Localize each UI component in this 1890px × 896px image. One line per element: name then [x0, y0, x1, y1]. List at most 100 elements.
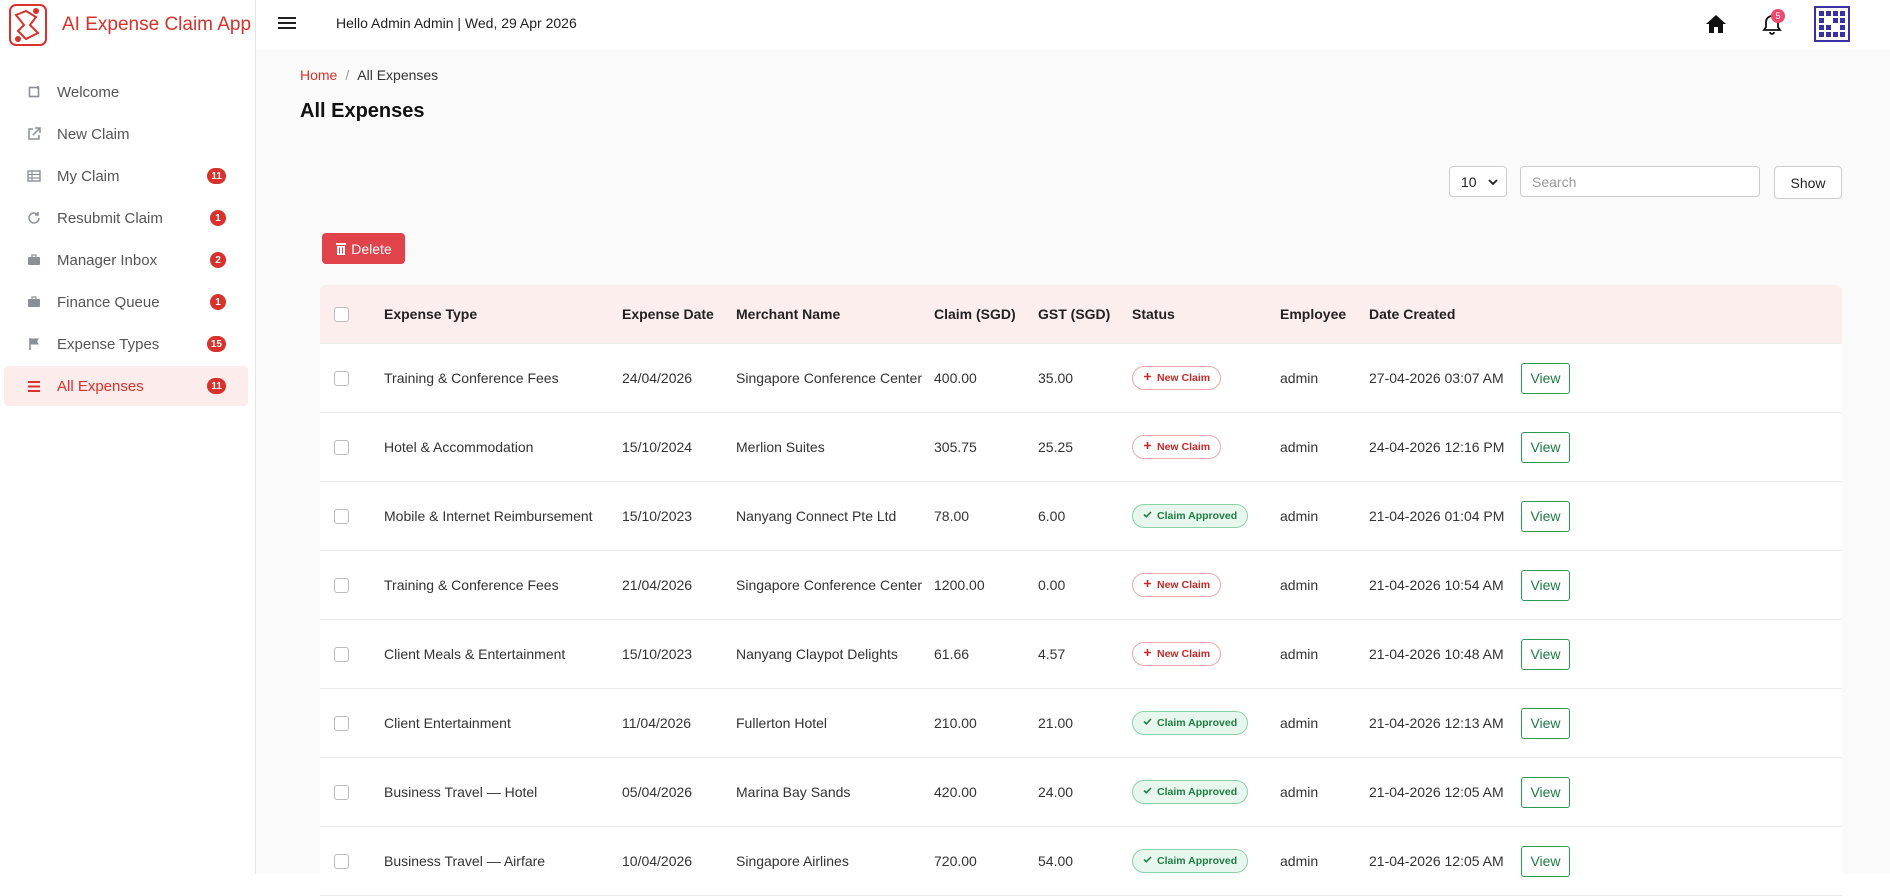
view-button[interactable]: View	[1521, 845, 1570, 877]
column-header[interactable]: Expense Date	[622, 285, 714, 343]
app-logo-icon	[9, 4, 47, 46]
merchant-name-cell: Singapore Airlines	[736, 853, 849, 869]
status-badge: Claim Approved	[1132, 711, 1249, 735]
check-icon	[1143, 510, 1152, 522]
expense-date-cell: 24/04/2026	[622, 370, 693, 386]
page-title: All Expenses	[300, 100, 425, 122]
table-row: Training & Conference Fees 21/04/2026 Si…	[320, 551, 1842, 620]
column-header[interactable]: Status	[1132, 285, 1175, 343]
status-label: New Claim	[1157, 372, 1211, 384]
sidebar-item-expense-types[interactable]: Expense Types 15	[4, 324, 248, 364]
expense-date-cell: 15/10/2023	[622, 508, 693, 524]
user-greeting: Hello Admin Admin | Wed, 29 Apr 2026	[336, 15, 577, 31]
sidebar-item-new-claim[interactable]: New Claim	[4, 114, 248, 154]
sidebar-item-resubmit-claim[interactable]: Resubmit Claim 1	[4, 198, 248, 238]
row-checkbox[interactable]	[334, 784, 349, 800]
expense-date-cell: 21/04/2026	[622, 577, 693, 593]
table-row: Training & Conference Fees 24/04/2026 Si…	[320, 344, 1842, 413]
view-button[interactable]: View	[1521, 500, 1570, 532]
employee-cell: admin	[1280, 439, 1319, 455]
count-badge: 1	[210, 210, 226, 226]
select-all-checkbox[interactable]	[334, 306, 349, 322]
claim-amount-cell: 400.00	[934, 370, 977, 386]
check-icon	[1143, 786, 1152, 798]
status-label: Claim Approved	[1157, 855, 1238, 867]
sidebar-item-finance-queue[interactable]: Finance Queue 1	[4, 282, 248, 322]
brand[interactable]: AI Expense Claim App	[6, 0, 251, 50]
sidebar-item-label: Manager Inbox	[57, 251, 158, 269]
count-badge: 11	[207, 168, 226, 184]
home-icon[interactable]	[1705, 13, 1727, 35]
date-created-cell: 24-04-2026 12:16 PM	[1369, 439, 1505, 455]
gst-amount-cell: 25.25	[1038, 439, 1074, 455]
row-checkbox[interactable]	[334, 577, 349, 593]
claim-amount-cell: 420.00	[934, 784, 977, 800]
search-input[interactable]	[1520, 166, 1760, 197]
column-header[interactable]: GST (SGD)	[1038, 285, 1110, 343]
delete-button-label: Delete	[351, 240, 392, 257]
status-label: Claim Approved	[1157, 510, 1238, 522]
count-badge: 1	[210, 294, 226, 310]
sidebar: AI Expense Claim App Welcome New Claim M…	[0, 0, 256, 874]
expenses-table: Expense Type Expense Date Merchant Name …	[320, 285, 1842, 896]
status-badge: Claim Approved	[1132, 849, 1249, 873]
sidebar-item-my-claim[interactable]: My Claim 11	[4, 156, 248, 196]
gst-amount-cell: 35.00	[1038, 370, 1074, 386]
sidebar-item-label: Welcome	[57, 83, 120, 101]
gst-amount-cell: 0.00	[1038, 577, 1066, 593]
date-created-cell: 21-04-2026 12:05 AM	[1369, 853, 1504, 869]
row-checkbox[interactable]	[334, 646, 349, 662]
view-button[interactable]: View	[1521, 431, 1570, 463]
sidebar-item-label: Expense Types	[57, 335, 160, 353]
expense-type-cell: Training & Conference Fees	[384, 370, 559, 386]
expense-type-cell: Client Entertainment	[384, 715, 511, 731]
view-button[interactable]: View	[1521, 776, 1570, 808]
delete-button[interactable]: Delete	[322, 233, 405, 264]
chevron-down-icon	[1488, 179, 1498, 186]
plus-icon	[1143, 579, 1152, 591]
date-created-cell: 21-04-2026 10:54 AM	[1369, 577, 1504, 593]
expense-type-cell: Mobile & Internet Reimbursement	[384, 508, 593, 524]
gst-amount-cell: 24.00	[1038, 784, 1074, 800]
column-header[interactable]: Expense Type	[384, 285, 477, 343]
hamburger-menu-icon[interactable]	[277, 14, 297, 32]
expense-type-cell: Business Travel — Airfare	[384, 853, 546, 869]
show-button[interactable]: Show	[1774, 166, 1842, 199]
view-button[interactable]: View	[1521, 569, 1570, 601]
sidebar-item-label: All Expenses	[57, 377, 144, 395]
view-button[interactable]: View	[1521, 638, 1570, 670]
table-row: Client Meals & Entertainment 15/10/2023 …	[320, 620, 1842, 689]
column-header[interactable]: Merchant Name	[736, 285, 840, 343]
plus-icon	[1143, 372, 1152, 384]
row-checkbox[interactable]	[334, 439, 349, 455]
claim-amount-cell: 210.00	[934, 715, 977, 731]
gst-amount-cell: 4.57	[1038, 646, 1066, 662]
view-button[interactable]: View	[1521, 707, 1570, 739]
employee-cell: admin	[1280, 370, 1319, 386]
row-checkbox[interactable]	[334, 370, 349, 386]
sidebar-item-label: Finance Queue	[57, 293, 160, 311]
breadcrumb-home-link[interactable]: Home	[300, 67, 337, 83]
merchant-name-cell: Marina Bay Sands	[736, 784, 851, 800]
row-checkbox[interactable]	[334, 715, 349, 731]
sidebar-item-welcome[interactable]: Welcome	[4, 72, 248, 112]
sidebar-item-label: My Claim	[57, 167, 120, 185]
column-header[interactable]: Claim (SGD)	[934, 285, 1016, 343]
status-badge: New Claim	[1132, 573, 1222, 597]
row-checkbox[interactable]	[334, 853, 349, 869]
view-button[interactable]: View	[1521, 362, 1570, 394]
sidebar-item-label: New Claim	[57, 125, 130, 143]
table-row: Client Entertainment 11/04/2026 Fullerto…	[320, 689, 1842, 758]
column-header[interactable]: Date Created	[1369, 285, 1455, 343]
status-badge: New Claim	[1132, 642, 1222, 666]
breadcrumb: Home / All Expenses	[300, 67, 438, 83]
square-icon	[26, 84, 42, 100]
status-label: New Claim	[1157, 648, 1211, 660]
page-size-value: 10	[1461, 173, 1477, 190]
column-header[interactable]: Employee	[1280, 285, 1346, 343]
page-size-select[interactable]: 10	[1449, 166, 1507, 197]
sidebar-item-all-expenses[interactable]: All Expenses 11	[4, 366, 248, 406]
avatar[interactable]	[1814, 6, 1850, 42]
sidebar-item-manager-inbox[interactable]: Manager Inbox 2	[4, 240, 248, 280]
row-checkbox[interactable]	[334, 508, 349, 524]
